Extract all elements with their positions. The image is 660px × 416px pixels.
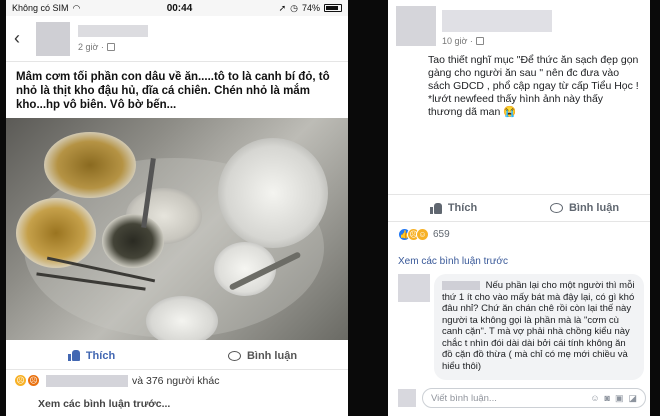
author-name-blurred[interactable] <box>442 10 552 32</box>
screenshot-collage: Không có SIM ◠ 00:44 ➚ ◷ 74% ‹ 2 giờ · M… <box>0 0 660 416</box>
audience-icon <box>475 37 484 45</box>
clock: 00:44 <box>166 2 193 14</box>
comment: Nếu phần lại cho một người thì mỗi thứ 1… <box>398 274 646 380</box>
comment-text: Nếu phần lại cho một người thì mỗi thứ 1… <box>442 280 635 372</box>
left-post-panel: Không có SIM ◠ 00:44 ➚ ◷ 74% ‹ 2 giờ · M… <box>6 0 348 416</box>
post-actions: Thích Bình luận <box>6 342 348 370</box>
like-button[interactable]: Thích <box>6 342 177 369</box>
post-text: Tao thiết nghĩ mục "Để thức ăn sạch đẹp … <box>428 54 639 118</box>
comment-label: Bình luận <box>568 202 620 214</box>
post-header: 10 giờ · <box>388 0 650 52</box>
write-comment-row: Viết bình luận... ☺ ◙ ▣ ◪ <box>398 386 646 410</box>
view-previous-comments[interactable]: Xem các bình luận trước... <box>38 398 170 410</box>
alarm-icon: ◷ <box>290 2 298 13</box>
avatar-blurred[interactable] <box>36 21 70 56</box>
comment-label: Bình luận <box>246 349 298 362</box>
view-previous-comments[interactable]: Xem các bình luận trước <box>398 256 508 267</box>
comment-bubble: Nếu phần lại cho một người thì mỗi thứ 1… <box>434 274 644 380</box>
post-photo[interactable] <box>6 118 348 340</box>
author-name-blurred[interactable] <box>78 25 148 37</box>
camera-icon[interactable]: ◙ <box>605 393 610 404</box>
haha-reaction-icon: ☺ <box>416 228 429 241</box>
comment-button[interactable]: Bình luận <box>177 342 348 369</box>
avatar-blurred[interactable] <box>396 6 436 46</box>
post-header: ‹ 2 giờ · <box>6 16 348 62</box>
comment-input[interactable]: Viết bình luận... ☺ ◙ ▣ ◪ <box>422 388 646 408</box>
comment-icon <box>227 350 241 361</box>
comment-icon <box>549 203 563 213</box>
right-post-panel: 10 giờ · Tao thiết nghĩ mục "Để thức ăn … <box>388 0 650 416</box>
post-time: 10 giờ · <box>442 36 473 46</box>
like-label: Thích <box>447 202 478 214</box>
reactions-count: 659 <box>433 229 450 240</box>
like-label: Thích <box>85 349 116 362</box>
reactions-summary[interactable]: ☹ ☹ và 376 người khác <box>14 374 219 387</box>
photo-bowl <box>102 214 164 268</box>
post-text: Mâm cơm tối phần con dâu về ăn.....tô to… <box>16 71 330 111</box>
post-actions: Thích Bình luận <box>388 194 650 222</box>
back-arrow-icon[interactable]: ‹ <box>14 28 32 49</box>
reactor-names-blurred <box>46 374 128 387</box>
comment-button[interactable]: Bình luận <box>519 195 650 221</box>
comment-placeholder: Viết bình luận... <box>431 392 497 404</box>
my-avatar-blurred <box>398 389 416 407</box>
thumbs-up-icon <box>67 350 80 361</box>
phone-status-bar: Không có SIM ◠ 00:44 ➚ ◷ 74% <box>6 0 348 16</box>
sad-reaction-icon: ☹ <box>14 374 27 387</box>
wifi-icon: ◠ <box>72 2 81 13</box>
photo-bowl <box>146 296 218 340</box>
location-icon: ➚ <box>278 2 287 13</box>
photo-rice-pot <box>218 138 328 248</box>
commenter-name-blurred[interactable] <box>442 280 480 290</box>
angry-reaction-icon: ☹ <box>27 374 40 387</box>
battery-icon <box>323 4 342 12</box>
photo-bowl <box>44 132 136 198</box>
audience-icon <box>106 43 115 51</box>
post-time: 2 giờ · <box>78 42 104 52</box>
reactions-summary[interactable]: 👍 ☹ ☺ 659 <box>398 228 450 241</box>
thumbs-up-icon <box>429 202 442 214</box>
gif-icon[interactable]: ▣ <box>615 393 624 404</box>
battery-percent: 74% <box>301 3 320 13</box>
like-button[interactable]: Thích <box>388 195 519 221</box>
commenter-avatar-blurred[interactable] <box>398 274 430 302</box>
carrier-label: Không có SIM <box>12 3 69 13</box>
sticker-icon[interactable]: ◪ <box>628 393 637 404</box>
emoji-icon[interactable]: ☺ <box>590 393 599 404</box>
reactions-count: và 376 người khác <box>132 374 220 387</box>
